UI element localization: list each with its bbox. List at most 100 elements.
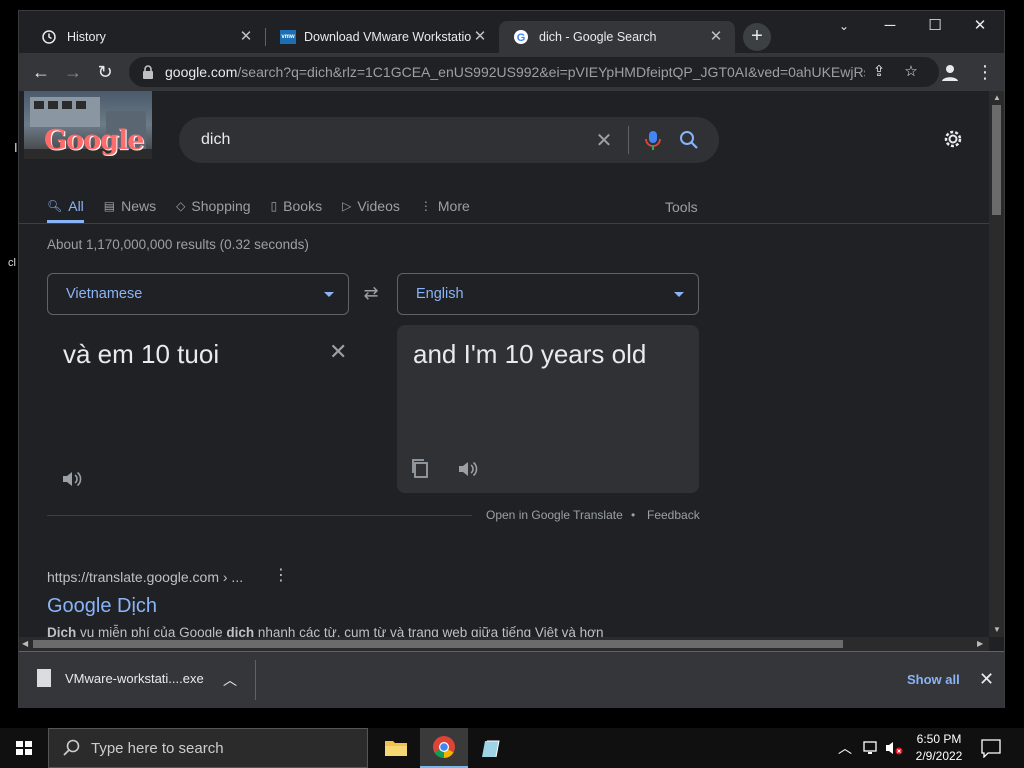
result-cite-url[interactable]: https://translate.google.com › ... bbox=[47, 569, 243, 585]
lock-icon bbox=[143, 65, 153, 79]
filter-label: All bbox=[68, 198, 84, 214]
google-doodle-logo[interactable]: Google bbox=[24, 91, 152, 159]
clear-source-icon[interactable]: ✕ bbox=[329, 339, 347, 365]
close-window-button[interactable]: ✕ bbox=[957, 11, 1003, 41]
chevron-up-icon[interactable]: ︿ bbox=[838, 738, 852, 758]
search-divider bbox=[628, 126, 629, 154]
tab-google-search[interactable]: G dich - Google Search ✕ bbox=[499, 21, 735, 53]
close-download-shelf-icon[interactable]: ✕ bbox=[979, 669, 994, 690]
maximize-button[interactable]: ☐ bbox=[912, 11, 958, 41]
result-title-link[interactable]: Google Dịch bbox=[47, 595, 157, 618]
notification-icon[interactable] bbox=[980, 738, 1002, 758]
system-clock[interactable]: 6:50 PM 2/9/2022 bbox=[904, 731, 974, 765]
history-icon bbox=[42, 30, 56, 44]
tab-vmware[interactable]: vmw Download VMware Workstation ✕ bbox=[266, 21, 499, 53]
browser-toolbar: ← → ↻ google.com/search?q=dich&rlz=1C1GC… bbox=[19, 53, 1004, 91]
browser-window: History ✕ vmw Download VMware Workstatio… bbox=[18, 10, 1005, 708]
scroll-up-arrow-icon[interactable]: ▲ bbox=[993, 93, 1001, 102]
microphone-icon[interactable] bbox=[635, 128, 671, 152]
filter-label: More bbox=[437, 198, 470, 214]
feedback-link[interactable]: Feedback bbox=[647, 508, 700, 522]
show-all-button[interactable]: Show all bbox=[907, 672, 960, 687]
search-box[interactable]: dich ✕ bbox=[179, 117, 719, 163]
book-icon: ▯ bbox=[270, 199, 278, 213]
source-text-input[interactable]: và em 10 tuoi bbox=[63, 339, 219, 370]
filter-all[interactable]: 🔍︎ All bbox=[47, 189, 84, 223]
footer-bullet: • bbox=[631, 508, 636, 522]
swap-languages-icon[interactable]: ⇄ bbox=[359, 283, 383, 307]
bookmark-star-icon[interactable]: ☆ bbox=[901, 62, 921, 82]
notepad-icon bbox=[482, 740, 500, 758]
snippet-text: nhanh các từ, cụm từ và trang web giữa t… bbox=[254, 625, 604, 637]
close-icon[interactable]: ✕ bbox=[237, 28, 255, 46]
result-options-icon[interactable]: ⋮ bbox=[273, 565, 289, 585]
more-vert-icon: ⋮ bbox=[419, 199, 432, 213]
windows-start-icon[interactable] bbox=[0, 728, 48, 768]
back-button[interactable]: ← bbox=[27, 58, 55, 86]
profile-icon[interactable] bbox=[939, 61, 961, 83]
dropdown-caret-icon bbox=[324, 292, 334, 297]
share-icon[interactable]: ⇪ bbox=[869, 62, 889, 82]
vertical-scrollbar[interactable]: ▲ ▼ bbox=[989, 91, 1004, 637]
app-taskbar-button[interactable] bbox=[468, 728, 516, 768]
clock-date: 2/9/2022 bbox=[915, 749, 963, 763]
file-explorer-taskbar-button[interactable] bbox=[372, 728, 420, 768]
search-input[interactable]: dich bbox=[201, 131, 586, 149]
translation-output-panel: and I'm 10 years old bbox=[397, 325, 699, 493]
tab-title: Download VMware Workstation bbox=[304, 30, 471, 44]
scroll-right-arrow-icon[interactable]: ▶ bbox=[977, 639, 983, 648]
tab-search-dropdown-icon[interactable]: ⌄ bbox=[821, 11, 867, 41]
taskbar-search-box[interactable]: Type here to search bbox=[48, 728, 368, 768]
file-icon bbox=[37, 669, 51, 687]
clear-search-icon[interactable]: ✕ bbox=[586, 128, 622, 153]
tab-title: dich - Google Search bbox=[539, 30, 657, 44]
minimize-button[interactable]: ─ bbox=[867, 11, 913, 41]
filter-news[interactable]: ▤ News bbox=[104, 189, 156, 223]
result-stats: About 1,170,000,000 results (0.32 second… bbox=[47, 237, 309, 252]
chrome-icon bbox=[433, 736, 455, 758]
tools-button[interactable]: Tools bbox=[665, 199, 698, 215]
horizontal-scroll-thumb[interactable] bbox=[33, 640, 843, 648]
close-icon[interactable]: ✕ bbox=[707, 28, 725, 46]
volume-muted-icon[interactable] bbox=[884, 739, 904, 757]
filter-shopping[interactable]: ◇ Shopping bbox=[176, 189, 250, 223]
open-in-translate-link[interactable]: Open in Google Translate bbox=[486, 508, 623, 522]
taskbar-search-placeholder: Type here to search bbox=[91, 739, 224, 757]
filter-label: Shopping bbox=[191, 198, 251, 214]
download-filename: VMware-workstati....exe bbox=[65, 670, 204, 686]
browser-menu-icon[interactable]: ⋮ bbox=[975, 58, 995, 86]
filter-videos[interactable]: ▷ Videos bbox=[342, 189, 400, 223]
network-icon[interactable] bbox=[862, 739, 880, 757]
speaker-icon[interactable] bbox=[455, 457, 479, 481]
copy-icon[interactable] bbox=[409, 457, 431, 479]
dropdown-caret-icon bbox=[674, 292, 684, 297]
filter-label: News bbox=[121, 198, 157, 214]
new-tab-button[interactable]: + bbox=[743, 23, 771, 51]
tab-history[interactable]: History ✕ bbox=[27, 21, 265, 53]
vmware-icon: vmw bbox=[280, 30, 296, 44]
reload-button[interactable]: ↻ bbox=[91, 58, 119, 86]
forward-button[interactable]: → bbox=[59, 58, 87, 86]
settings-gear-icon[interactable] bbox=[941, 127, 965, 151]
download-item[interactable]: VMware-workstati....exe bbox=[37, 669, 204, 687]
tab-title: History bbox=[67, 30, 106, 44]
translated-text: and I'm 10 years old bbox=[413, 339, 647, 369]
speaker-icon[interactable] bbox=[59, 467, 83, 491]
windows-taskbar: Type here to search ︿ 6:50 PM 2/9/2022 bbox=[0, 728, 1024, 768]
filter-more[interactable]: ⋮ More bbox=[420, 189, 470, 223]
vertical-scroll-thumb[interactable] bbox=[992, 105, 1001, 215]
close-icon[interactable]: ✕ bbox=[471, 28, 489, 46]
target-language-select[interactable]: English bbox=[397, 273, 699, 315]
tab-strip: History ✕ vmw Download VMware Workstatio… bbox=[19, 11, 1004, 53]
filter-books[interactable]: ▯ Books bbox=[271, 189, 323, 223]
address-bar[interactable]: google.com/search?q=dich&rlz=1C1GCEA_enU… bbox=[129, 57, 939, 87]
scroll-down-arrow-icon[interactable]: ▼ bbox=[993, 625, 1001, 634]
source-language-select[interactable]: Vietnamese bbox=[47, 273, 349, 315]
chevron-up-icon[interactable]: ︿ bbox=[223, 670, 237, 690]
scroll-left-arrow-icon[interactable]: ◀ bbox=[22, 639, 28, 648]
translate-footer-divider bbox=[47, 515, 472, 516]
horizontal-scrollbar[interactable]: ◀ ▶ bbox=[19, 637, 989, 651]
chrome-taskbar-button[interactable] bbox=[420, 728, 468, 768]
url-text[interactable]: google.com/search?q=dich&rlz=1C1GCEA_enU… bbox=[165, 64, 865, 80]
search-icon[interactable] bbox=[671, 128, 707, 152]
